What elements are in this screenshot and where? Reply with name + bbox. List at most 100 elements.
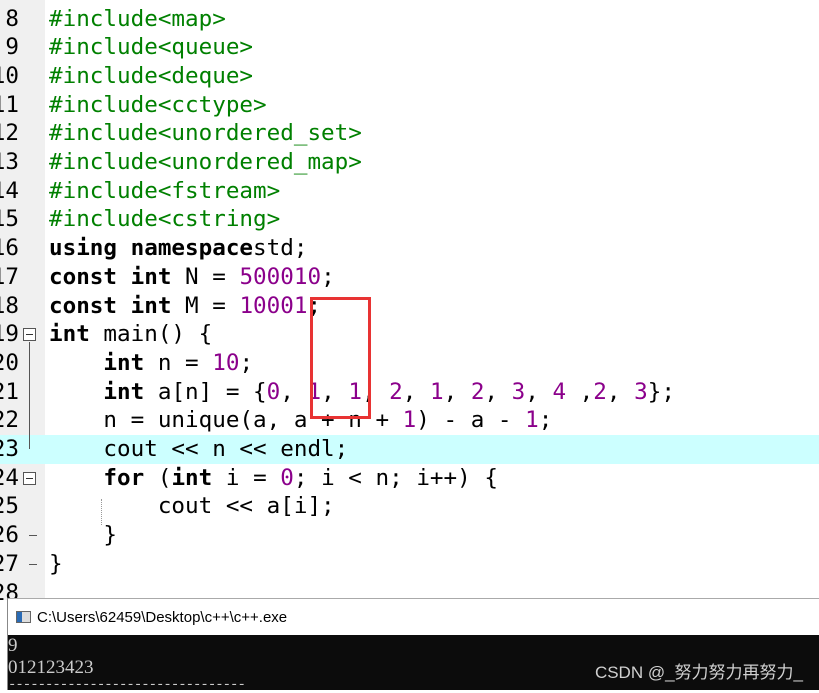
code-token: 10001	[239, 292, 308, 319]
code-token: int	[103, 349, 145, 376]
code-token: ,	[606, 378, 635, 405]
code-token: 10	[212, 349, 240, 376]
code-line[interactable]: 12 #include<unordered_set>	[0, 119, 819, 148]
code-token: ,	[566, 378, 594, 405]
console-app-icon	[16, 611, 31, 623]
line-number: 19	[0, 321, 19, 348]
fold-line	[29, 535, 37, 537]
line-number: 20	[0, 349, 19, 376]
code-text: const int N = 500010;	[49, 263, 335, 292]
fold-line	[29, 564, 37, 566]
code-token: ,	[280, 378, 308, 405]
code-token: using namespace	[49, 235, 254, 262]
code-token: int	[103, 378, 145, 405]
watermark: CSDN @_努力努力再努力_	[594, 663, 803, 682]
line-number: 25	[0, 493, 19, 520]
code-line[interactable]: 13 #include<unordered_map>	[0, 148, 819, 177]
code-line[interactable]: 23 cout << n << endl;	[0, 435, 819, 464]
code-token: 3	[634, 378, 648, 405]
code-text: using namespacestd;	[49, 234, 307, 263]
code-text: cout << a[i];	[49, 492, 335, 521]
line-number: 12	[0, 120, 19, 147]
code-line[interactable]: 17 const int N = 500010;	[0, 263, 819, 292]
code-token: 1	[429, 378, 444, 405]
code-token: }	[49, 550, 63, 577]
code-token: ;	[239, 349, 254, 376]
code-token: 2	[593, 378, 607, 405]
code-token: #include<fstream>	[49, 177, 281, 204]
code-token: i =	[212, 464, 281, 491]
code-text: #include<cctype>	[49, 91, 267, 120]
code-token: M =	[171, 292, 240, 319]
code-token: ;	[538, 407, 553, 434]
code-token: std;	[253, 235, 308, 262]
code-token: a[n] = {	[144, 378, 267, 405]
line-number: 26	[0, 522, 19, 549]
code-token: ; i < n; i++) {	[293, 464, 498, 491]
console-title-bar[interactable]: C:\Users\62459\Desktop\c++\c++.exe	[8, 598, 819, 635]
code-text: #include<unordered_set>	[49, 119, 362, 148]
code-text: #include<unordered_map>	[49, 148, 362, 177]
console-output-line: 9	[8, 635, 18, 656]
code-token: for	[103, 464, 145, 491]
fold-collapse-icon[interactable]	[23, 471, 36, 485]
code-token: #include<deque>	[49, 62, 254, 89]
line-number: 24	[0, 464, 19, 491]
code-line[interactable]: 11 #include<cctype>	[0, 91, 819, 120]
code-token: 4	[552, 378, 567, 405]
code-token: 500010	[239, 263, 322, 290]
code-token: }	[49, 522, 118, 549]
code-line[interactable]: 25 cout << a[i];	[0, 492, 819, 521]
console-title: C:\Users\62459\Desktop\c++\c++.exe	[37, 608, 288, 626]
code-line[interactable]: 19 int main() {	[0, 320, 819, 349]
line-number: 15	[0, 206, 19, 233]
code-line[interactable]: 27}	[0, 550, 819, 579]
line-number: 10	[0, 62, 19, 89]
code-token: cout << a[i];	[49, 493, 335, 520]
code-line[interactable]: 21 int a[n] = {0, 1, 1, 2, 1, 2, 3, 4 ,2…	[0, 378, 819, 407]
code-token: #include<queue>	[49, 34, 254, 61]
code-line[interactable]: 9 #include<queue>	[0, 33, 819, 62]
fold-collapse-icon[interactable]	[23, 328, 36, 342]
code-token: n =	[144, 349, 213, 376]
code-text: const int M = 10001;	[49, 292, 321, 321]
line-number: 11	[0, 91, 19, 118]
code-line[interactable]: 14 #include<fstream>	[0, 177, 819, 206]
code-token: #include<cctype>	[49, 91, 267, 118]
code-token: 1	[525, 407, 539, 434]
code-text: n = unique(a, a + n + 1) - a - 1;	[49, 406, 552, 435]
code-token: const int	[49, 263, 172, 290]
code-token: 0	[280, 464, 294, 491]
line-number: 8	[5, 5, 19, 32]
code-line[interactable]: 18 const int M = 10001;	[0, 292, 819, 321]
annotation-highlight-box	[310, 297, 371, 419]
code-token: 2	[389, 378, 403, 405]
console-window[interactable]: C:\Users\62459\Desktop\c++\c++.exe 9 012…	[7, 598, 819, 692]
code-token: #include<cstring>	[49, 206, 281, 233]
code-line[interactable]: 24 for (int i = 0; i < n; i++) {	[0, 464, 819, 493]
code-token: 3	[511, 378, 526, 405]
code-token: cout << n << endl;	[49, 436, 349, 462]
code-token: 0	[266, 378, 281, 405]
code-line[interactable]: 8 #include<map>	[0, 5, 819, 34]
code-token: ,	[443, 378, 471, 405]
code-token: const int	[49, 292, 172, 319]
code-line[interactable]: 15 #include<cstring>	[0, 205, 819, 234]
code-line[interactable]: 26 }	[0, 521, 819, 550]
code-token: };	[647, 378, 675, 405]
code-editor[interactable]: 8#include<map>9#include<queue>10#include…	[0, 0, 819, 606]
line-number: 27	[0, 550, 19, 577]
code-token: ) - a -	[416, 407, 526, 434]
code-token: #include<unordered_map>	[49, 149, 362, 175]
code-line[interactable]: 10 #include<deque>	[0, 62, 819, 91]
code-text: cout << n << endl;	[49, 435, 348, 464]
fold-line	[29, 342, 30, 450]
code-token: ;	[321, 263, 335, 290]
code-line[interactable]: 20 int n = 10;	[0, 349, 819, 378]
code-line[interactable]: 16 using namespacestd;	[0, 234, 819, 263]
line-number: 9	[5, 34, 19, 61]
code-line[interactable]: 22 n = unique(a, a + n + 1) - a - 1;	[0, 406, 819, 435]
